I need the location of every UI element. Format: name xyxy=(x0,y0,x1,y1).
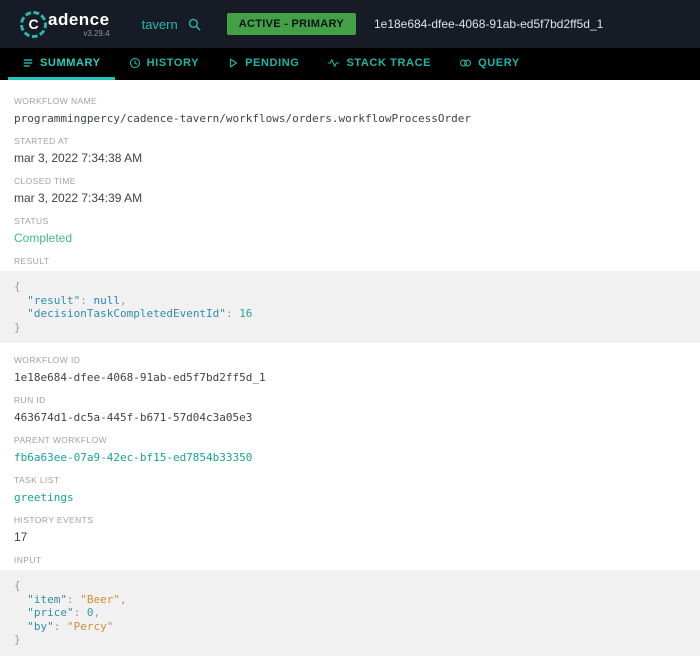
tab-query[interactable]: QUERY xyxy=(445,48,534,80)
tab-bar: SUMMARY HISTORY PENDING STACK TRACE QUER… xyxy=(0,48,700,80)
cadence-logo[interactable]: C adence v3.29.4 xyxy=(20,9,110,38)
field-run-id: RUN ID 463674d1-dc5a-445f-b671-57d04c3a0… xyxy=(0,395,700,425)
tab-label: PENDING xyxy=(245,56,300,69)
field-label: CLOSED TIME xyxy=(14,176,76,186)
tab-label: STACK TRACE xyxy=(346,56,432,69)
app-header: C adence v3.29.4 tavern ACTIVE - PRIMARY… xyxy=(0,0,700,48)
logo-letter: C xyxy=(28,16,39,32)
input-code-block: { "item": "Beer", "price": 0, "by": "Per… xyxy=(0,570,700,656)
run-id-value: 463674d1-dc5a-445f-b671-57d04c3a05e3 xyxy=(14,411,253,424)
pending-icon xyxy=(227,57,239,69)
field-label: PARENT WORKFLOW xyxy=(14,435,108,445)
tab-pending[interactable]: PENDING xyxy=(213,48,313,80)
brand-wordmark: adence v3.29.4 xyxy=(48,9,110,38)
field-closed-time: CLOSED TIME mar 3, 2022 7:34:39 AM xyxy=(0,176,700,206)
field-status: STATUS Completed xyxy=(0,216,700,246)
active-primary-badge[interactable]: ACTIVE - PRIMARY xyxy=(226,13,356,35)
workflow-name-value: programmingpercy/cadence-tavern/workflow… xyxy=(14,112,471,125)
gear-icon: C xyxy=(20,10,47,38)
field-label: WORKFLOW ID xyxy=(14,355,81,365)
closed-time-value: mar 3, 2022 7:34:39 AM xyxy=(14,191,143,205)
field-label: RESULT xyxy=(14,256,50,266)
field-parent-workflow: PARENT WORKFLOW fb6a63ee-07a9-42ec-bf15-… xyxy=(0,435,700,465)
field-label: INPUT xyxy=(14,555,42,565)
tab-history[interactable]: HISTORY xyxy=(115,48,214,80)
field-label: HISTORY EVENTS xyxy=(14,515,94,525)
parent-workflow-link[interactable]: fb6a63ee-07a9-42ec-bf15-ed7854b33350 xyxy=(14,450,686,465)
summary-icon xyxy=(22,57,34,69)
query-icon xyxy=(459,57,472,69)
field-label: STATUS xyxy=(14,216,49,226)
tab-label: SUMMARY xyxy=(40,56,101,69)
result-code-block: { "result": null, "decisionTaskCompleted… xyxy=(0,271,700,343)
stack-trace-icon xyxy=(327,57,340,69)
summary-panel: WORKFLOW NAME programmingpercy/cadence-t… xyxy=(0,80,700,656)
field-label: RUN ID xyxy=(14,395,46,405)
field-task-list: TASK LIST greetings xyxy=(0,475,700,505)
task-list-link[interactable]: greetings xyxy=(14,490,686,505)
tab-stack-trace[interactable]: STACK TRACE xyxy=(313,48,445,80)
field-label: STARTED AT xyxy=(14,136,70,146)
workflow-id-value: 1e18e684-dfee-4068-91ab-ed5f7bd2ff5d_1 xyxy=(14,371,266,384)
field-label: WORKFLOW NAME xyxy=(14,96,98,106)
field-workflow-id: WORKFLOW ID 1e18e684-dfee-4068-91ab-ed5f… xyxy=(0,355,700,385)
field-history-events: HISTORY EVENTS 17 xyxy=(0,515,700,545)
field-label: TASK LIST xyxy=(14,475,60,485)
status-value: Completed xyxy=(14,231,73,245)
tab-label: QUERY xyxy=(478,56,520,69)
started-at-value: mar 3, 2022 7:34:38 AM xyxy=(14,151,143,165)
cadence-workflow-page: C adence v3.29.4 tavern ACTIVE - PRIMARY… xyxy=(0,0,700,657)
brand-text: adence xyxy=(48,9,110,29)
version-label: v3.29.4 xyxy=(83,28,110,38)
field-started-at: STARTED AT mar 3, 2022 7:34:38 AM xyxy=(0,136,700,166)
domain-link[interactable]: tavern xyxy=(142,17,178,32)
field-input: INPUT xyxy=(0,555,700,565)
field-result: RESULT xyxy=(0,256,700,266)
field-workflow-name: WORKFLOW NAME programmingpercy/cadence-t… xyxy=(0,96,700,126)
history-icon xyxy=(129,57,141,69)
history-events-value: 17 xyxy=(14,530,28,544)
search-icon[interactable] xyxy=(188,18,201,31)
tab-label: HISTORY xyxy=(146,56,200,69)
header-workflow-id: 1e18e684-dfee-4068-91ab-ed5f7bd2ff5d_1 xyxy=(373,17,604,31)
tab-summary[interactable]: SUMMARY xyxy=(8,48,115,80)
